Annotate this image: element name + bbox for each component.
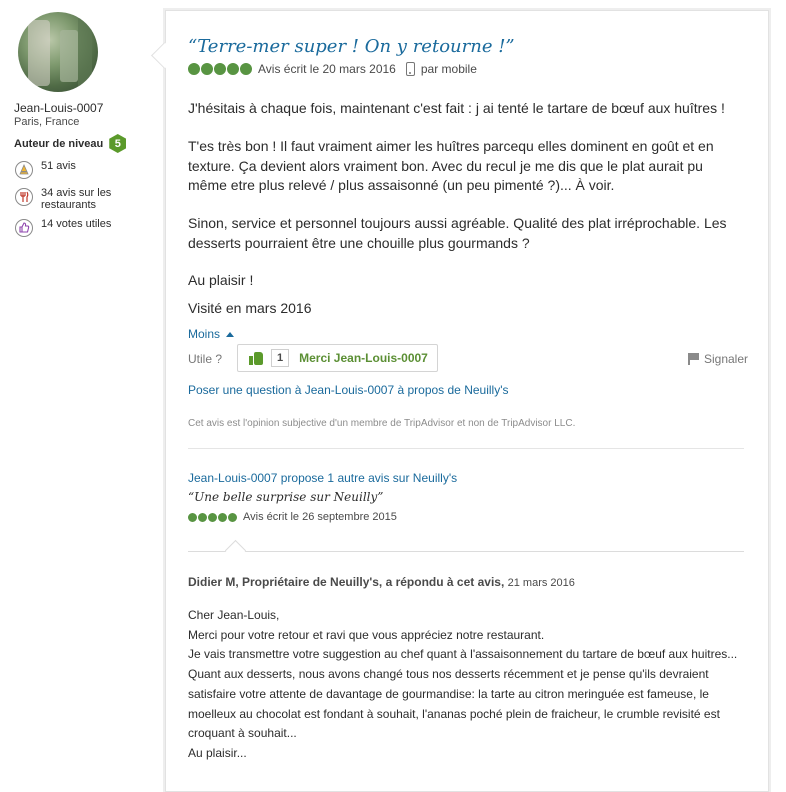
other-review-meta: Avis écrit le 26 septembre 2015 [188,511,397,523]
disclaimer: Cet avis est l'opinion subjective d'un m… [188,418,576,429]
divider [188,448,744,449]
review-paragraph: Sinon, service et personnel toujours aus… [188,215,727,251]
response-line: croquant à souhait... [188,726,297,741]
thank-label[interactable]: Merci Jean-Louis-0007 [299,351,428,365]
owner-response-body: Cher Jean-Louis, Merci pour votre retour… [188,606,748,764]
response-line: Merci pour votre retour et ravi que vous… [188,627,545,642]
other-reviews-link[interactable]: Jean-Louis-0007 propose 1 autre avis sur… [188,471,457,485]
review-paragraph: T'es très bon ! Il faut vraiment aimer l… [188,138,714,193]
stat-restaurant-reviews-text: 34 avis sur les restaurants [41,187,112,211]
owner-response-header: Didier M, Propriétaire de Neuilly's, a r… [188,575,575,589]
report-link[interactable]: Signaler [687,352,748,366]
stat-helpful-votes-text: 14 votes utiles [41,218,112,230]
member-username[interactable]: Jean-Louis-0007 [14,101,154,115]
thumbs-up-icon [15,219,33,237]
pencil-badge-icon [15,161,33,179]
review-paragraph: Au plaisir ! [188,272,254,288]
stat-restaurant-reviews: 34 avis sur les restaurants [14,187,154,211]
stat-reviews: 51 avis [14,160,154,180]
response-line: satisfaire votre attente de davantage de… [188,686,709,701]
owner-response-date: 21 mars 2016 [507,577,575,589]
response-line: Quant aux desserts, nous avons changé to… [188,667,709,682]
visit-date: Visité en mars 2016 [188,300,312,316]
restaurant-fork-icon [15,188,33,206]
review-paragraph: J'hésitais à chaque fois, maintenant c'e… [188,100,725,116]
review-date: Avis écrit le 20 mars 2016 [258,62,396,76]
card-pointer [151,42,178,69]
member-location: Paris, France [14,116,80,128]
level-label: Auteur de niveau [14,137,104,150]
mobile-phone-icon [405,62,415,76]
thank-reviewer-button[interactable]: 1 Merci Jean-Louis-0007 [237,344,438,372]
thumbs-up-icon [249,351,263,365]
response-line: Cher Jean-Louis, [188,608,280,622]
rating-bubbles [188,512,237,522]
caret-up-icon[interactable] [226,331,235,337]
stat-reviews-text: 51 avis [41,160,76,172]
divider [188,551,744,552]
review-title[interactable]: “Terre-mer super ! On y retourne !” [188,36,515,57]
other-review-title[interactable]: “Une belle surprise sur Neuilly” [188,490,383,504]
helpful-count: 1 [271,349,290,367]
owner-response-author: Didier M, Propriétaire de Neuilly's, a r… [188,575,505,589]
member-level: Auteur de niveau 5 [14,134,154,153]
response-line: moelleux au chocolat est fondant à souha… [188,706,720,721]
member-info: Jean-Louis-0007 Paris, France Auteur de … [14,12,154,238]
less-toggle[interactable]: Moins [188,327,235,341]
review-meta: Avis écrit le 20 mars 2016 par mobile [188,62,477,76]
stat-helpful-votes: 14 votes utiles [14,218,154,238]
ask-question-link[interactable]: Poser une question à Jean-Louis-0007 à p… [188,383,509,397]
level-badge: 5 [109,134,127,153]
helpful-label: Utile ? [188,352,223,366]
rating-bubbles [188,63,252,75]
avatar[interactable] [18,12,98,92]
report-label[interactable]: Signaler [704,352,748,366]
review-card: “Terre-mer super ! On y retourne !” Avis… [151,10,769,792]
other-review-date: Avis écrit le 26 septembre 2015 [243,511,397,523]
flag-icon[interactable] [687,353,700,365]
response-line: Au plaisir... [188,745,247,760]
mobile-label: par mobile [420,62,477,76]
response-line: Je vais transmettre votre suggestion au … [188,647,738,662]
less-label[interactable]: Moins [188,327,220,341]
response-pointer [224,539,247,562]
